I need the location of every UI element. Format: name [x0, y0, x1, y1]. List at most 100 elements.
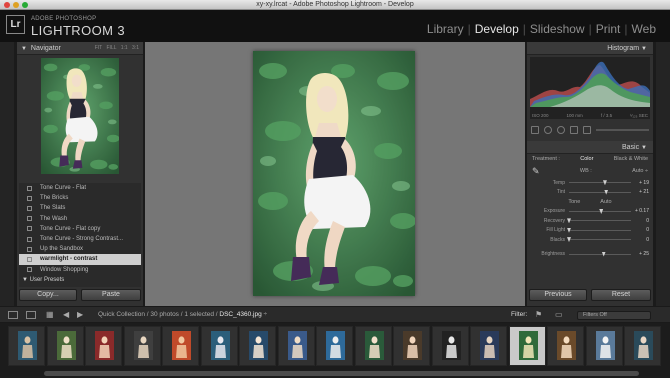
image-canvas[interactable] — [145, 42, 525, 306]
treatment-color-option[interactable]: Color — [580, 154, 593, 164]
adjustment-brush-icon[interactable] — [583, 126, 591, 134]
wb-select[interactable]: Auto ÷ — [632, 164, 648, 178]
preset-item[interactable]: Tone Curve - Strong Contrast... — [19, 234, 141, 244]
preset-item[interactable]: Window Shopping — [19, 265, 141, 275]
histogram[interactable]: ISO 200 100 mm f / 3.5 ¹⁄₁₂₅ SEC — [530, 57, 650, 119]
slider-temp[interactable]: Temp + 19 — [527, 178, 653, 187]
treatment-bw-option[interactable]: Black & White — [614, 154, 648, 164]
module-web[interactable]: Web — [628, 22, 660, 36]
filmstrip-thumbnail[interactable] — [585, 326, 623, 366]
slider-value[interactable]: 0 — [631, 218, 649, 224]
preset-item-selected[interactable]: warmlight - contrast — [19, 254, 141, 265]
basic-header[interactable]: Basic ▼ — [527, 141, 653, 154]
slider-recovery[interactable]: Recovery 0 — [527, 216, 653, 225]
slider-track[interactable] — [569, 208, 631, 214]
navigator-preview[interactable] — [41, 58, 119, 174]
module-slideshow[interactable]: Slideshow — [526, 22, 589, 36]
thumbnail-image — [595, 331, 615, 360]
paste-button[interactable]: Paste — [81, 289, 141, 301]
filmstrip-thumbnail[interactable] — [393, 326, 430, 366]
slider-track[interactable] — [567, 237, 631, 243]
red-eye-tool-icon[interactable] — [557, 126, 565, 134]
filmstrip-thumbnail[interactable] — [277, 326, 315, 366]
slider-knob[interactable] — [602, 180, 607, 186]
filter-stars-icon[interactable]: ▭ — [555, 310, 563, 319]
filmstrip-thumbnail-selected[interactable] — [508, 326, 546, 366]
filmstrip-thumbnail[interactable] — [316, 326, 353, 366]
filmstrip-thumbnail[interactable] — [470, 326, 507, 366]
filename-dropdown-icon[interactable]: ÷ — [262, 311, 267, 318]
grid-view-icon[interactable]: ▦ — [46, 310, 54, 319]
filmstrip-thumbnail[interactable] — [431, 326, 469, 366]
navigator-zoom-options[interactable]: FIT FILL 1:1 3:1 — [95, 42, 139, 55]
window-title: xy-xy.lrcat - Adobe Photoshop Lightroom … — [256, 1, 414, 8]
crop-tool-icon[interactable] — [531, 126, 539, 134]
slider-exposure[interactable]: Exposure + 0.17 — [527, 207, 653, 216]
previous-button[interactable]: Previous — [529, 289, 587, 301]
right-panel-edge[interactable] — [656, 42, 670, 306]
histogram-header[interactable]: Histogram ▼ — [527, 42, 653, 55]
reset-button[interactable]: Reset — [591, 289, 651, 301]
slider-knob[interactable] — [601, 251, 606, 257]
filmstrip-thumbnail[interactable] — [354, 326, 392, 366]
module-library[interactable]: Library — [423, 22, 468, 36]
filmstrip-thumbnail[interactable] — [46, 326, 84, 366]
slider-track[interactable] — [569, 251, 631, 257]
slider-value[interactable]: + 0.17 — [631, 208, 649, 214]
second-window-icon[interactable] — [26, 311, 36, 319]
scrollbar-thumb[interactable] — [44, 371, 639, 376]
graduated-filter-icon[interactable] — [570, 126, 578, 134]
filmstrip-scrollbar[interactable] — [4, 370, 666, 377]
slider-value[interactable]: + 19 — [631, 180, 649, 186]
filmstrip-thumbnail[interactable] — [624, 326, 661, 366]
module-print[interactable]: Print — [592, 22, 625, 36]
filter-select[interactable]: Filters Off — [577, 311, 651, 320]
preset-item[interactable]: The Slats — [19, 203, 141, 213]
slider-tint[interactable]: Tint + 21 — [527, 187, 653, 196]
preset-group-user-presets[interactable]: ▼ User Presets — [19, 275, 141, 285]
back-arrow-icon[interactable]: ◀ — [63, 310, 69, 319]
slider-value[interactable]: + 25 — [631, 251, 649, 257]
slider-knob[interactable] — [567, 237, 571, 243]
focal-length: 100 mm — [566, 113, 583, 118]
filmstrip-thumbnail[interactable] — [200, 326, 238, 366]
filmstrip-toolbar: ▦ ◀ ▶ Quick Collection / 30 photos / 1 s… — [0, 306, 670, 323]
slider-knob[interactable] — [567, 227, 571, 233]
preset-item[interactable]: The Wash — [19, 214, 141, 224]
filmstrip-thumbnail[interactable] — [85, 326, 122, 366]
tool-strip-slider[interactable] — [596, 129, 649, 131]
slider-brightness[interactable]: Brightness + 25 — [527, 249, 653, 258]
slider-fill-light[interactable]: Fill Light 0 — [527, 226, 653, 235]
filmstrip-thumbnail[interactable] — [547, 326, 584, 366]
slider-track[interactable] — [569, 180, 631, 186]
spot-removal-tool-icon[interactable] — [544, 126, 552, 134]
breadcrumb[interactable]: Quick Collection / 30 photos / 1 selecte… — [98, 307, 267, 323]
preset-item[interactable]: Tone Curve - Flat copy — [19, 224, 141, 234]
filter-flag-icon[interactable]: ⚑ — [535, 310, 542, 319]
navigator-header[interactable]: ▼ Navigator FIT FILL 1:1 3:1 — [17, 42, 143, 55]
preset-item[interactable]: Up the Sandbox — [19, 244, 141, 254]
slider-knob[interactable] — [599, 208, 604, 214]
tone-auto-button[interactable]: Auto — [600, 197, 611, 207]
slider-track[interactable] — [567, 227, 631, 233]
slider-value[interactable]: 0 — [631, 237, 649, 243]
copy-button[interactable]: Copy... — [19, 289, 77, 301]
slider-blacks[interactable]: Blacks 0 — [527, 235, 653, 244]
forward-arrow-icon[interactable]: ▶ — [77, 310, 83, 319]
eyedropper-icon[interactable]: ✎ — [532, 164, 540, 178]
left-panel-edge[interactable] — [0, 42, 14, 306]
slider-knob[interactable] — [604, 189, 609, 195]
filmstrip-thumbnail[interactable] — [8, 326, 45, 366]
preset-item[interactable]: The Bricks — [19, 193, 141, 203]
slider-value[interactable]: + 21 — [631, 189, 649, 195]
filmstrip-thumbnail[interactable] — [123, 326, 161, 366]
module-develop[interactable]: Develop — [471, 22, 523, 36]
slider-track[interactable] — [569, 189, 631, 195]
main-window-icon[interactable] — [8, 311, 18, 319]
slider-track[interactable] — [567, 218, 631, 224]
slider-knob[interactable] — [567, 218, 571, 224]
filmstrip-thumbnail[interactable] — [162, 326, 199, 366]
preset-item[interactable]: Tone Curve - Flat — [19, 183, 141, 193]
filmstrip-thumbnail[interactable] — [239, 326, 276, 366]
slider-value[interactable]: 0 — [631, 227, 649, 233]
